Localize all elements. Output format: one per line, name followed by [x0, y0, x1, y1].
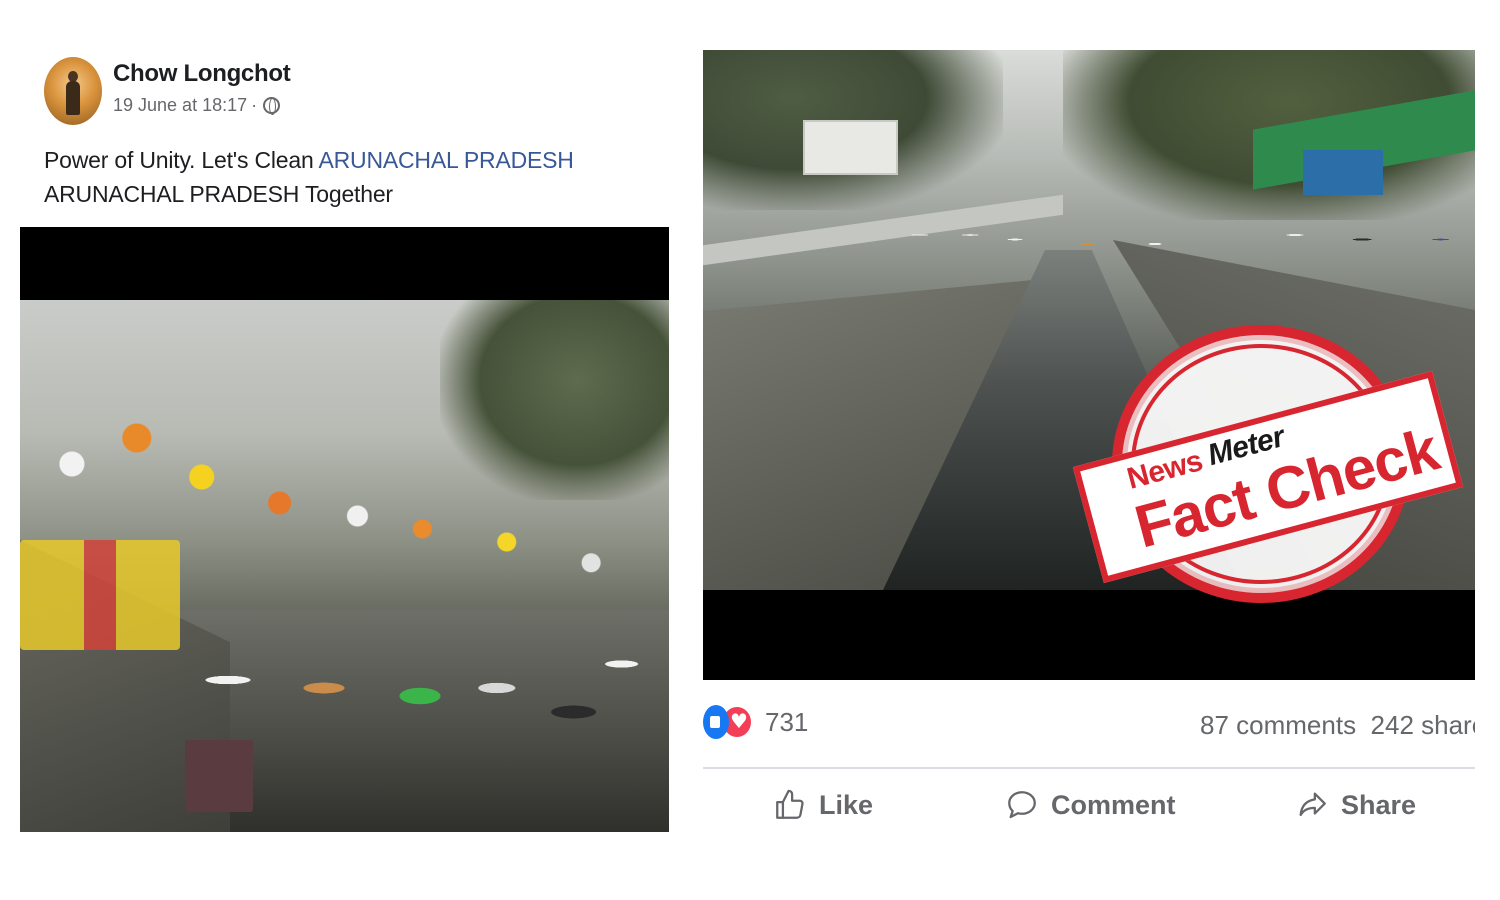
shares-count[interactable]: 242 shares [1371, 710, 1475, 740]
caption-tag-link[interactable]: ARUNACHAL PRADESH [319, 147, 574, 173]
avatar[interactable] [44, 57, 102, 125]
globe-icon [263, 97, 281, 115]
fact-check-stamp: News Meter Fact Check [1072, 325, 1464, 603]
post-actions: Like Comment Share [703, 788, 1475, 836]
photo-crate [185, 740, 253, 812]
like-label: Like [819, 789, 874, 820]
reactions-count[interactable]: 731 [765, 707, 808, 738]
avatar-figure [66, 81, 80, 115]
photo-scene [20, 300, 669, 832]
photo-truck [803, 120, 898, 175]
post-caption: Power of Unity. Let's Clean ARUNACHAL PR… [44, 143, 674, 211]
reactions-summary[interactable]: 731 [703, 705, 808, 739]
post-author[interactable]: Chow Longchot [113, 60, 291, 88]
thumbs-up-icon [776, 789, 804, 819]
comment-label: Comment [1051, 789, 1176, 820]
photo-crates [20, 540, 180, 650]
photo-workers [180, 600, 660, 760]
meta-separator: · [251, 95, 258, 115]
post-meta: 19 June at 18:17 · [113, 95, 281, 116]
share-arrow-icon [1299, 792, 1326, 817]
comment-bubble-icon [1008, 791, 1036, 819]
photo-tarp [1303, 150, 1383, 195]
comment-button[interactable]: Comment [1005, 788, 1176, 822]
post-timestamp[interactable]: 19 June at 18:17 [113, 95, 247, 116]
caption-prefix: Power of Unity. Let's Clean [44, 147, 319, 173]
like-icon [703, 705, 729, 739]
share-label: Share [1341, 789, 1417, 820]
comments-count[interactable]: 87 comments [1200, 710, 1356, 740]
like-button[interactable]: Like [773, 788, 873, 822]
photo-people-right [903, 190, 1463, 280]
share-button[interactable]: Share [1295, 788, 1416, 822]
post-photo-left[interactable] [20, 227, 669, 832]
engagement-stats: 87 comments 242 shares [1200, 710, 1475, 741]
divider [703, 767, 1475, 769]
caption-suffix: ARUNACHAL PRADESH Together [44, 181, 393, 207]
